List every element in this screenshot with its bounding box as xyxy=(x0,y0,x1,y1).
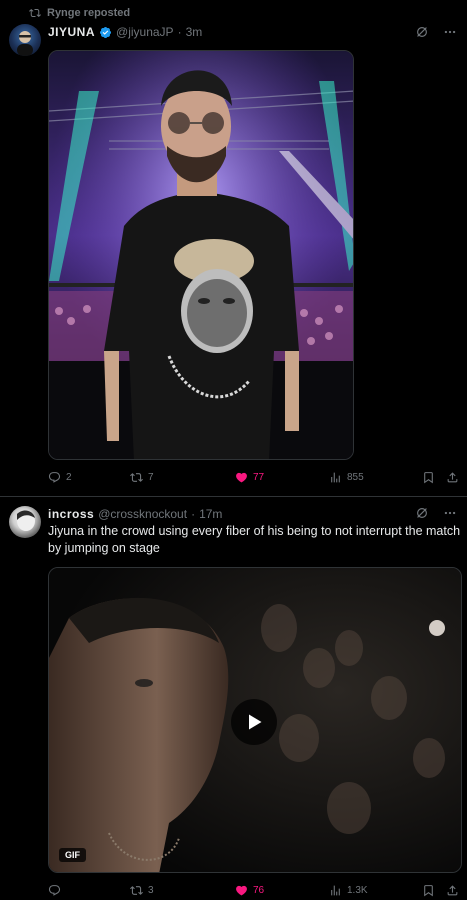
like-count: 76 xyxy=(253,885,265,896)
author-handle[interactable]: @jiyunaJP xyxy=(116,25,174,39)
author-name[interactable]: incross xyxy=(48,507,94,521)
share-icon xyxy=(447,472,458,483)
views-count: 1.3K xyxy=(347,885,368,896)
views-icon xyxy=(331,472,340,483)
bookmark-button[interactable] xyxy=(422,884,435,897)
author-name[interactable]: JIYUNA xyxy=(48,25,95,39)
avatar[interactable] xyxy=(9,506,41,538)
like-button[interactable]: 76 xyxy=(235,884,264,897)
repost-label: Rynge reposted xyxy=(47,7,131,19)
more-icon[interactable] xyxy=(443,506,457,520)
bookmark-icon xyxy=(424,885,433,897)
play-button[interactable] xyxy=(231,699,277,745)
tweet-photo[interactable] xyxy=(48,50,354,460)
reply-button[interactable] xyxy=(48,884,66,897)
views-button[interactable]: 855 xyxy=(329,471,364,484)
more-icon[interactable] xyxy=(443,25,457,39)
timestamp[interactable]: 17m xyxy=(199,507,222,521)
share-button[interactable] xyxy=(446,471,459,484)
separator: · xyxy=(191,507,196,521)
tweet-card[interactable]: incross @crossknockout · 17m Jiyuna in t… xyxy=(0,497,467,900)
share-icon xyxy=(447,885,458,896)
repost-icon xyxy=(130,886,143,895)
repost-context[interactable]: Rynge reposted xyxy=(29,5,130,21)
separator: · xyxy=(177,25,182,39)
reply-icon xyxy=(48,472,61,483)
grok-icon[interactable] xyxy=(415,506,429,520)
bookmark-icon xyxy=(424,472,433,484)
verified-badge-icon xyxy=(99,26,112,38)
repost-count: 3 xyxy=(148,885,154,896)
reply-count: 2 xyxy=(66,472,72,483)
share-button[interactable] xyxy=(446,884,459,897)
timestamp[interactable]: 3m xyxy=(186,25,203,39)
views-count: 855 xyxy=(347,472,364,483)
like-icon xyxy=(236,472,247,483)
repost-button[interactable]: 7 xyxy=(130,471,154,484)
grok-icon[interactable] xyxy=(415,25,429,39)
author-handle[interactable]: @crossknockout xyxy=(98,507,187,521)
repost-button[interactable]: 3 xyxy=(130,884,154,897)
tweet-text: Jiyuna in the crowd using every fiber of… xyxy=(48,524,461,555)
play-icon xyxy=(249,714,262,730)
views-icon xyxy=(331,885,340,896)
like-button[interactable]: 77 xyxy=(235,471,264,484)
avatar[interactable] xyxy=(9,24,41,56)
tweet-card[interactable]: Rynge reposted JIYUNA @jiyunaJP · 3m 2 7… xyxy=(0,0,467,497)
repost-icon xyxy=(29,8,41,18)
like-icon xyxy=(236,885,247,896)
repost-count: 7 xyxy=(148,472,154,483)
views-button[interactable]: 1.3K xyxy=(329,884,368,897)
reply-icon xyxy=(48,885,61,896)
tweet-gif[interactable]: GIF xyxy=(48,567,462,873)
reply-button[interactable]: 2 xyxy=(48,471,72,484)
gif-badge: GIF xyxy=(59,848,86,862)
repost-icon xyxy=(130,473,143,482)
bookmark-button[interactable] xyxy=(422,471,435,484)
like-count: 77 xyxy=(253,472,265,483)
